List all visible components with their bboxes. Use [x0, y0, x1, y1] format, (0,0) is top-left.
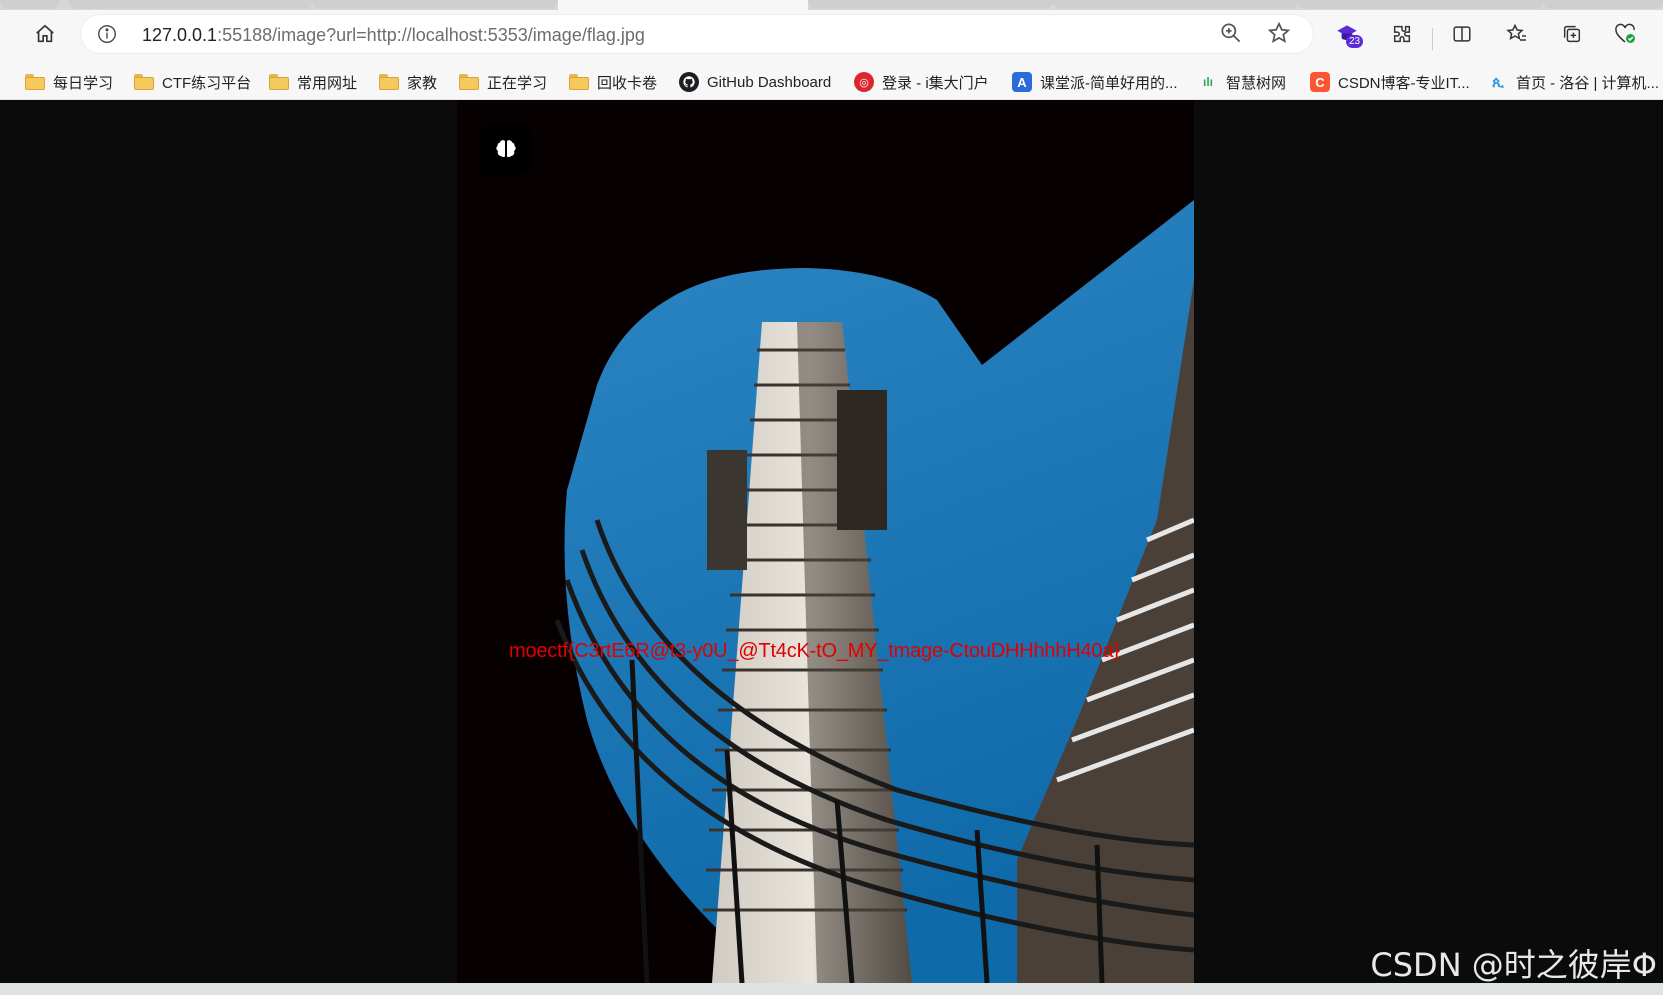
- bookmark-luogu[interactable]: ጲ 首页 - 洛谷 | 计算机...: [1488, 70, 1659, 94]
- bookmark-folder[interactable]: CTF练习平台: [134, 70, 251, 94]
- folder-icon: [379, 74, 399, 90]
- folder-icon: [134, 74, 154, 90]
- bookmark-label: 常用网址: [297, 74, 358, 92]
- bookmark-label: CTF练习平台: [162, 74, 252, 92]
- favorite-star-icon[interactable]: [1266, 20, 1292, 51]
- bookmark-label: 首页 - 洛谷 | 计算机...: [1516, 74, 1660, 92]
- bookmark-label: 登录 - i集大门户: [882, 74, 989, 92]
- folder-icon: [269, 74, 289, 90]
- bookmark-github[interactable]: GitHub Dashboard: [679, 70, 831, 94]
- github-icon: [679, 72, 699, 92]
- bookmark-ketangpai[interactable]: A 课堂派-简单好用的...: [1012, 70, 1178, 94]
- bookmark-folder[interactable]: 每日学习: [25, 70, 113, 94]
- tab-inactive[interactable]: [313, 0, 558, 9]
- folder-icon: [459, 74, 479, 90]
- tab-active[interactable]: [558, 0, 808, 10]
- jmu-icon: ◎: [854, 72, 874, 92]
- url-host: 127.0.0.1: [142, 25, 218, 45]
- tab-inactive[interactable]: [1298, 0, 1543, 9]
- zoom-icon[interactable]: [1218, 20, 1244, 51]
- extension-icon[interactable]: 23: [1330, 17, 1364, 51]
- bookmark-label: CSDN博客-专业IT...: [1338, 74, 1470, 92]
- tab-inactive[interactable]: [0, 0, 60, 9]
- browser-essentials-icon[interactable]: [1608, 17, 1642, 51]
- bookmark-label: 正在学习: [487, 74, 548, 92]
- url-path: :55188/image?url=http://localhost:5353/i…: [217, 25, 645, 45]
- extension-badge: 23: [1346, 35, 1364, 48]
- address-bar[interactable]: 127.0.0.1:55188/image?url=http://localho…: [80, 14, 1314, 54]
- bookmark-label: 家教: [407, 74, 438, 92]
- url-text[interactable]: 127.0.0.1:55188/image?url=http://localho…: [142, 25, 645, 46]
- bookmark-label: 智慧树网: [1226, 74, 1287, 92]
- tab-strip: [0, 0, 1663, 10]
- bookmark-csdn[interactable]: C CSDN博客-专业IT...: [1310, 70, 1470, 94]
- extensions-puzzle-icon[interactable]: [1385, 17, 1419, 51]
- folder-icon: [25, 74, 45, 90]
- site-info-icon[interactable]: [96, 23, 118, 50]
- csdn-watermark: CSDN @时之彼岸Φ: [1370, 946, 1657, 984]
- bookmark-folder[interactable]: 常用网址: [269, 70, 357, 94]
- tab-inactive[interactable]: [1053, 0, 1298, 9]
- ketangpai-icon: A: [1012, 72, 1032, 92]
- toolbar-divider: [1432, 28, 1433, 50]
- tab-inactive[interactable]: [68, 0, 313, 9]
- luogu-icon: ጲ: [1492, 73, 1504, 91]
- zhihuishu-icon: ılı: [1202, 75, 1213, 89]
- bookmark-label: 回收卡卷: [597, 74, 658, 92]
- bookmark-folder[interactable]: 家教: [379, 70, 437, 94]
- flag-image: moectf{C3rtE6R@t3-y0U_@Tt4cK-tO_MY_tmage…: [457, 100, 1194, 983]
- bookmark-label: GitHub Dashboard: [707, 73, 832, 91]
- csdn-icon: C: [1310, 72, 1330, 92]
- tab-inactive[interactable]: [808, 0, 1053, 9]
- tab-inactive[interactable]: [1543, 0, 1663, 9]
- bookmark-label: 每日学习: [53, 74, 114, 92]
- bookmark-zhihuishu[interactable]: ılı 智慧树网: [1198, 70, 1286, 94]
- bookmark-folder[interactable]: 正在学习: [459, 70, 547, 94]
- bookmark-label: 课堂派-简单好用的...: [1040, 74, 1178, 92]
- browser-toolbar: 127.0.0.1:55188/image?url=http://localho…: [0, 10, 1663, 65]
- collections-icon[interactable]: [1555, 17, 1589, 51]
- home-icon[interactable]: [28, 17, 62, 51]
- flag-overlay-text: moectf{C3rtE6R@t3-y0U_@Tt4cK-tO_MY_tmage…: [509, 640, 1120, 662]
- page-content: moectf{C3rtE6R@t3-y0U_@Tt4cK-tO_MY_tmage…: [0, 100, 1663, 983]
- brain-icon[interactable]: [481, 124, 531, 174]
- bookmarks-bar: 每日学习 CTF练习平台 常用网址 家教 正在学习 回收卡卷 GitHub Da…: [0, 65, 1663, 100]
- building-photo: [457, 100, 1194, 983]
- folder-icon: [569, 74, 589, 90]
- bookmark-jmu[interactable]: ◎ 登录 - i集大门户: [854, 70, 989, 94]
- bookmark-folder[interactable]: 回收卡卷: [569, 70, 657, 94]
- favorites-icon[interactable]: [1500, 17, 1534, 51]
- split-screen-icon[interactable]: [1445, 17, 1479, 51]
- bottom-edge: [0, 983, 1663, 995]
